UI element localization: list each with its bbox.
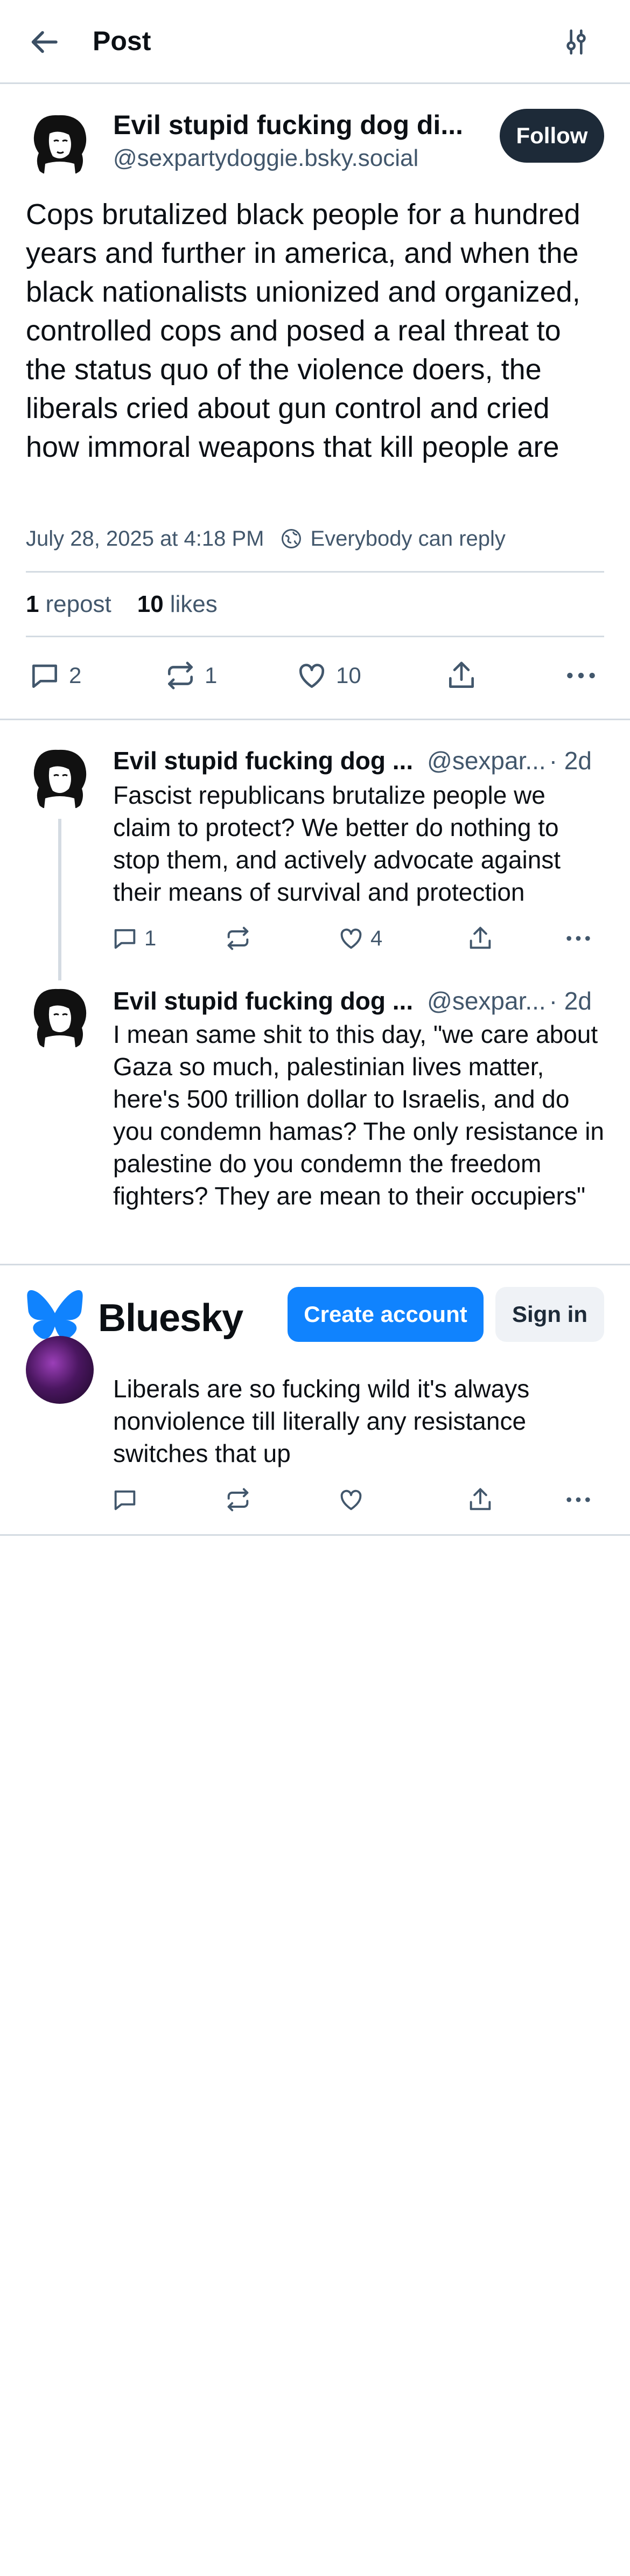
sign-in-button[interactable]: Sign in [495, 1287, 604, 1342]
comment-icon [114, 929, 136, 949]
bluesky-wordmark: Bluesky [98, 1297, 243, 1340]
comment-icon [32, 664, 57, 688]
reply-text: Fascist republicans brutalize people we … [113, 781, 561, 906]
signup-banner: Bluesky Create account Sign in [0, 1264, 630, 1363]
repost-count-stat[interactable]: 1 [26, 591, 39, 618]
like-button[interactable]: 10 [295, 654, 361, 697]
likes-label[interactable]: likes [170, 591, 218, 618]
repost-label[interactable]: repost [45, 591, 111, 618]
repost-button[interactable] [224, 921, 252, 956]
section-divider [0, 1534, 630, 1536]
thread-settings-button[interactable] [557, 23, 596, 61]
reply-time[interactable]: · 2d [549, 746, 592, 775]
reply-avatar[interactable] [26, 984, 94, 1052]
reply-actions [111, 1482, 604, 1517]
like-count: 10 [336, 663, 361, 688]
avatar-image [26, 984, 94, 1052]
reply-button[interactable] [111, 1482, 139, 1517]
repost-count: 1 [205, 663, 218, 688]
post-text: Cops brutalized black people for a hundr… [26, 198, 580, 463]
reply-setting: Everybody can reply [310, 526, 506, 551]
more-button[interactable] [564, 921, 592, 956]
author-name[interactable]: Evil stupid fucking dog di... [113, 108, 479, 142]
reply-author-handle[interactable]: @sexpar... [427, 986, 546, 1015]
heart-icon [340, 928, 362, 949]
author-avatar[interactable] [26, 110, 94, 178]
reply-author-handle[interactable]: @sexpar... [427, 746, 546, 775]
reply-avatar[interactable] [26, 1336, 94, 1404]
comment-icon [114, 1490, 136, 1510]
more-button[interactable] [564, 654, 598, 697]
more-icon [566, 1497, 590, 1502]
share-button[interactable] [445, 654, 478, 697]
heart-icon [299, 664, 325, 688]
reply-count: 2 [69, 663, 82, 688]
share-icon [470, 1488, 491, 1510]
like-button[interactable] [337, 1482, 365, 1517]
avatar-image [26, 110, 94, 178]
reply-author-name[interactable]: Evil stupid fucking dog ... [113, 986, 413, 1015]
share-button[interactable] [466, 921, 494, 956]
divider [26, 571, 604, 573]
avatar-image [26, 744, 94, 812]
more-button[interactable] [564, 1482, 592, 1517]
like-button[interactable]: 4 [337, 921, 382, 956]
globe-reply-icon [281, 529, 301, 548]
post-stats: 1 repost 10 likes [26, 587, 218, 622]
reply-text: Liberals are so fucking wild it's always… [113, 1375, 530, 1467]
post-timestamp[interactable]: July 28, 2025 at 4:18 PM [26, 527, 264, 551]
back-arrow-icon [31, 31, 58, 53]
repost-button[interactable] [224, 1482, 252, 1517]
more-icon [566, 936, 590, 941]
share-button[interactable] [466, 1482, 494, 1517]
heart-icon [340, 1489, 362, 1510]
reply-actions: 1 4 [111, 921, 604, 956]
reply-time[interactable]: · 2d [549, 986, 592, 1015]
repost-icon [227, 927, 249, 950]
thread-line [58, 819, 61, 980]
back-button[interactable] [26, 23, 65, 61]
reply-header: Evil stupid fucking dog ... @sexpar... ·… [113, 984, 604, 1018]
bluesky-butterfly-icon [27, 1290, 83, 1339]
like-count-stat[interactable]: 10 [137, 591, 164, 618]
reply-count: 1 [144, 926, 157, 950]
post-meta: July 28, 2025 at 4:18 PM Everybody can r… [26, 523, 506, 555]
sliders-icon [566, 29, 586, 55]
top-bar: Post [0, 0, 630, 84]
follow-button[interactable]: Follow [500, 109, 604, 163]
post-actions: 2 1 10 [26, 654, 604, 697]
share-icon [449, 662, 474, 688]
repost-icon [168, 662, 193, 690]
reply-header: Evil stupid fucking dog ... @sexpar... ·… [113, 743, 604, 778]
reply-avatar[interactable] [26, 744, 94, 812]
like-count: 4 [370, 926, 383, 950]
reply-button[interactable]: 1 [111, 921, 156, 956]
section-divider [0, 719, 630, 720]
page-title: Post [93, 26, 151, 56]
share-icon [470, 927, 491, 949]
reply-text: I mean same shit to this day, "we care a… [113, 1020, 605, 1210]
divider [26, 636, 604, 637]
more-icon [567, 672, 595, 679]
reply-button[interactable]: 2 [28, 654, 81, 697]
author-handle[interactable]: @sexpartydoggie.bsky.social [113, 143, 418, 173]
reply-author-name[interactable]: Evil stupid fucking dog ... [113, 746, 413, 775]
create-account-button[interactable]: Create account [288, 1287, 484, 1342]
repost-icon [227, 1488, 249, 1512]
repost-button[interactable]: 1 [164, 654, 217, 697]
